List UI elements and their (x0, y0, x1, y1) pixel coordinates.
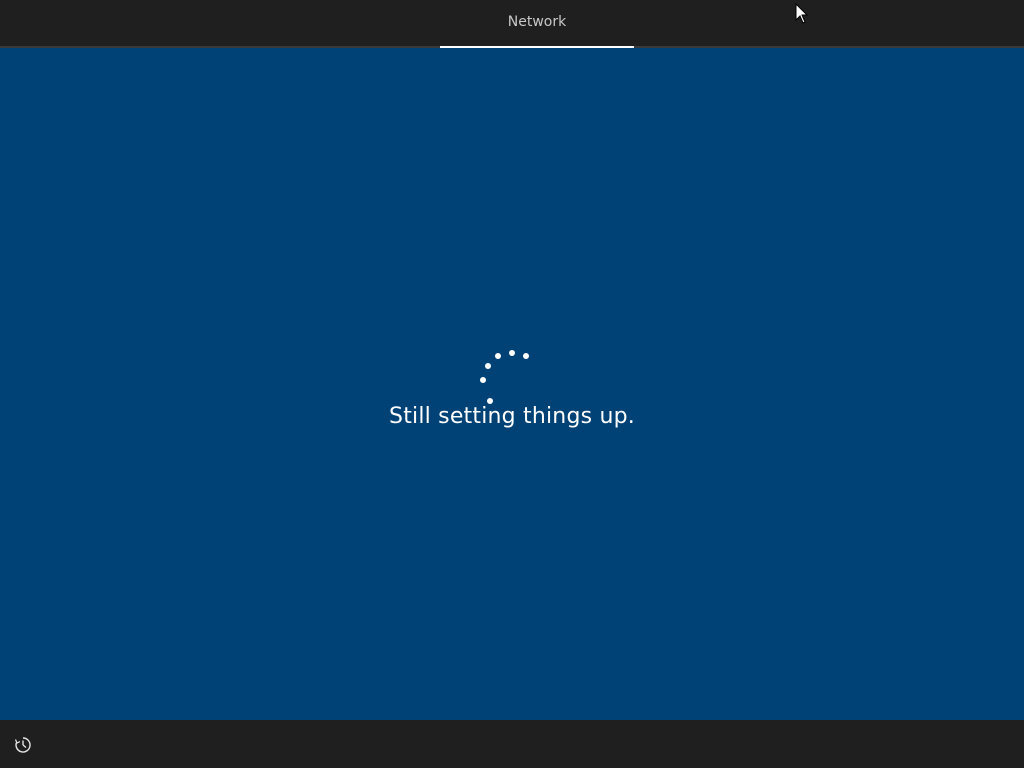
loading-dots-icon (480, 350, 529, 404)
tab-network-label: Network (507, 14, 567, 30)
tab-network: Network (440, 0, 634, 48)
setup-main-area (0, 48, 1024, 720)
ease-of-access-button[interactable] (12, 734, 34, 756)
ease-of-access-icon (14, 737, 31, 753)
top-bar: Network (0, 0, 1024, 48)
mouse-cursor-icon (795, 3, 809, 24)
status-text: Still setting things up. (389, 404, 635, 429)
bottom-bar (0, 720, 1024, 768)
